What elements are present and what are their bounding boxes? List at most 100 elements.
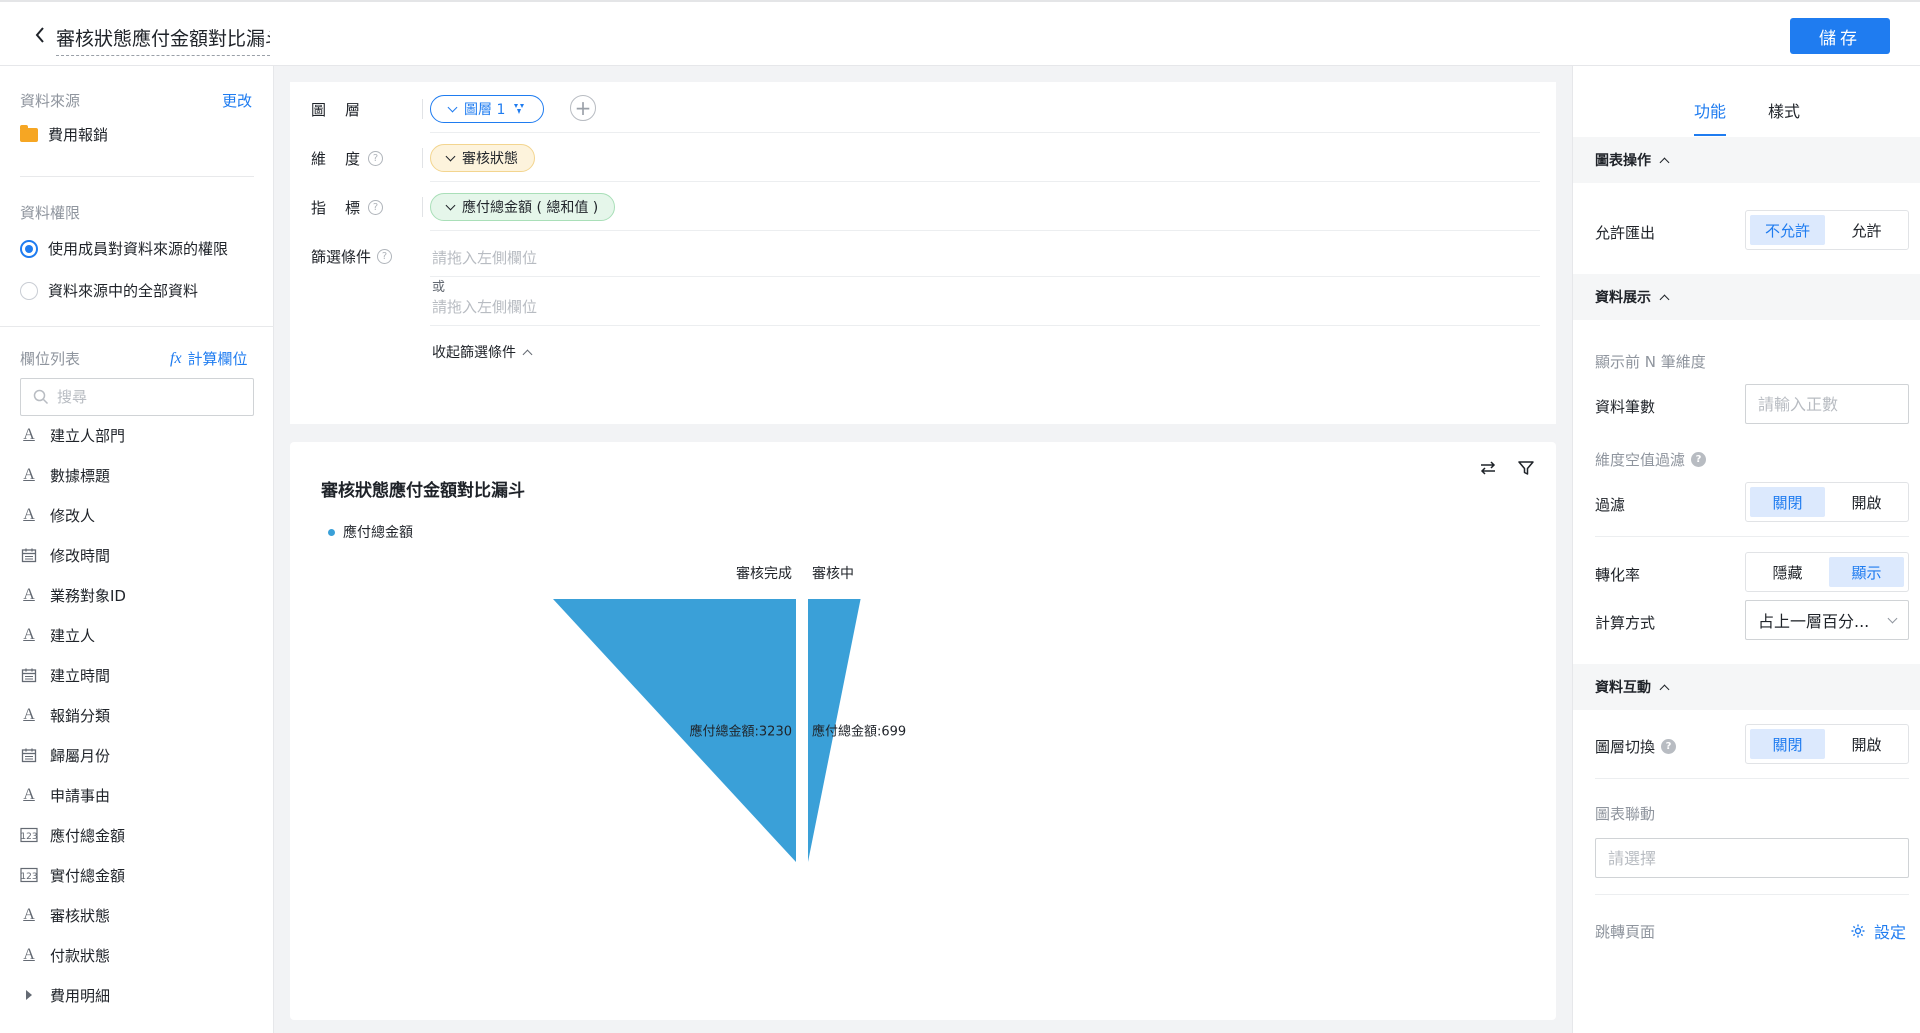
conversion-hide-option[interactable]: 隱藏 <box>1750 557 1825 587</box>
chevron-down-icon <box>445 151 456 161</box>
field-item[interactable]: 歸屬月份 <box>20 735 254 775</box>
date-type-icon <box>20 545 38 565</box>
help-icon[interactable]: ? <box>1661 739 1677 754</box>
dimension-label: 維 度 ? <box>311 148 384 169</box>
radio-unchecked[interactable] <box>20 281 38 300</box>
help-icon[interactable]: ? <box>377 249 393 264</box>
collapse-filter-button[interactable]: 收起篩選條件 <box>432 342 533 362</box>
permission-option-label: 資料來源中的全部資料 <box>48 282 199 300</box>
field-item[interactable]: A 報銷分類 <box>20 695 254 735</box>
category-label: 審核完成 <box>736 566 792 582</box>
filter-label: 過濾 <box>1595 496 1626 514</box>
add-layer-button[interactable]: + <box>570 95 596 121</box>
calc-method-select[interactable]: 占上一層百分... <box>1745 600 1909 640</box>
tab-style[interactable]: 樣式 <box>1768 98 1800 136</box>
filter-drop-zone-2[interactable]: 請拖入左側欄位 <box>432 296 537 317</box>
text-type-icon: A <box>23 466 35 483</box>
chevron-up-icon <box>1659 157 1670 167</box>
text-type-icon: A <box>23 426 35 443</box>
filter-toggle: 關閉 開啟 <box>1745 482 1909 522</box>
field-search[interactable] <box>20 378 254 416</box>
divider <box>1595 894 1909 895</box>
permission-label: 資料權限 <box>20 204 81 222</box>
field-label: 實付總金額 <box>50 866 126 885</box>
fx-icon: fx <box>170 349 182 367</box>
record-count-input[interactable] <box>1745 384 1909 424</box>
calc-field-link[interactable]: fx 計算欄位 <box>170 348 248 369</box>
divider <box>20 176 254 177</box>
right-panel: 功能 樣式 圖表操作 允許匯出 不允許 允許 資料展示 顯示前 N 筆維度 資料… <box>1572 66 1920 1033</box>
save-button[interactable]: 儲存 <box>1790 18 1890 54</box>
metric-pill[interactable]: 應付總金額 ( 總和值 ) <box>430 193 616 221</box>
page-title[interactable]: 審核狀態應付金額對比漏斗 <box>56 24 270 56</box>
back-arrow-icon[interactable] <box>32 24 48 46</box>
jump-page-settings-link[interactable]: 設定 <box>1850 919 1906 943</box>
permission-option-member[interactable]: 使用成員對資料來源的權限 <box>20 238 228 259</box>
field-label: 建立人 <box>50 626 96 645</box>
help-icon[interactable]: ? <box>368 200 384 215</box>
field-label: 費用明細 <box>50 986 111 1005</box>
layer-switch-label: 圖層切換 ? <box>1595 736 1677 757</box>
layer-label-text: 圖 層 <box>311 101 363 119</box>
filter-off-option[interactable]: 關閉 <box>1750 487 1825 517</box>
export-disallow-option[interactable]: 不允許 <box>1750 215 1825 245</box>
expand-caret-icon <box>26 990 32 1000</box>
field-item[interactable]: 修改時間 <box>20 535 254 575</box>
export-allow-option[interactable]: 允許 <box>1829 215 1904 245</box>
field-item[interactable]: A 數據標題 <box>20 455 254 495</box>
field-item[interactable]: 123 實付總金額 <box>20 855 254 895</box>
gear-icon <box>1851 924 1865 938</box>
field-item[interactable]: 123 應付總金額 <box>20 815 254 855</box>
tab-function[interactable]: 功能 <box>1693 98 1727 136</box>
divider <box>430 276 1540 277</box>
field-item[interactable]: 費用明細 <box>20 975 254 1015</box>
funnel-small-icon <box>514 104 525 114</box>
data-label: 應付總金額:3230 <box>690 724 792 740</box>
text-type-icon: A <box>23 906 35 923</box>
field-label: 應付總金額 <box>50 826 126 845</box>
section-data-display[interactable]: 資料展示 <box>1573 274 1920 320</box>
filter-label-text: 篩選條件 <box>311 248 372 266</box>
svg-text:123: 123 <box>20 832 37 842</box>
field-item[interactable]: 建立時間 <box>20 655 254 695</box>
permission-option-all[interactable]: 資料來源中的全部資料 <box>20 280 198 301</box>
field-item[interactable]: A 審核狀態 <box>20 895 254 935</box>
field-item[interactable]: A 建立人部門 <box>20 415 254 455</box>
help-icon[interactable]: ? <box>1691 452 1707 467</box>
help-icon[interactable]: ? <box>368 151 384 166</box>
text-type-icon: A <box>23 586 35 603</box>
chart-card: 審核狀態應付金額對比漏斗 應付總金額 審核完成 審核中 應付總金額:3230 應付總金… <box>290 442 1556 1020</box>
number-type-icon: 123 <box>20 825 38 845</box>
text-type-icon: A <box>23 626 35 643</box>
layer-switch-off-option[interactable]: 關閉 <box>1750 729 1825 759</box>
field-item[interactable]: A 業務對象ID <box>20 575 254 615</box>
chart-link-select[interactable] <box>1595 838 1909 878</box>
chevron-up-icon <box>1659 294 1670 304</box>
layer-label: 圖 層 <box>311 99 362 120</box>
field-item[interactable]: A 建立人 <box>20 615 254 655</box>
chevron-down-icon <box>1887 613 1898 623</box>
layer-pill[interactable]: 圖層 1 <box>430 95 545 123</box>
metric-label-text: 指 標 <box>311 199 363 217</box>
dimension-pill[interactable]: 審核狀態 <box>430 144 535 172</box>
filter-drop-zone[interactable]: 請拖入左側欄位 <box>432 247 537 268</box>
field-item[interactable]: A 修改人 <box>20 495 254 535</box>
field-list: A 建立人部門 A 數據標題 A 修改人 修改時間 A 業務對象ID A 建立人 建立時間 A 報銷分類歸… <box>20 415 254 1015</box>
radio-checked[interactable] <box>20 239 38 258</box>
field-item[interactable]: A 付款狀態 <box>20 935 254 975</box>
section-chart-ops[interactable]: 圖表操作 <box>1573 137 1920 183</box>
divider <box>1595 536 1909 537</box>
field-item[interactable]: A 申請事由 <box>20 775 254 815</box>
field-label: 付款狀態 <box>50 946 111 965</box>
search-input[interactable] <box>57 388 237 406</box>
filter-on-option[interactable]: 開啟 <box>1829 487 1904 517</box>
section-data-interaction[interactable]: 資料互動 <box>1573 664 1920 710</box>
layer-switch-on-option[interactable]: 開啟 <box>1829 729 1904 759</box>
section-title: 資料展示 <box>1595 290 1651 306</box>
top-bar: 審核狀態應付金額對比漏斗 儲存 <box>0 0 1920 66</box>
calc-field-label: 計算欄位 <box>187 350 248 368</box>
section-title: 資料互動 <box>1595 680 1651 696</box>
chevron-down-icon <box>445 200 456 210</box>
conversion-show-option[interactable]: 顯示 <box>1829 557 1904 587</box>
change-datasource-link[interactable]: 更改 <box>222 90 252 111</box>
